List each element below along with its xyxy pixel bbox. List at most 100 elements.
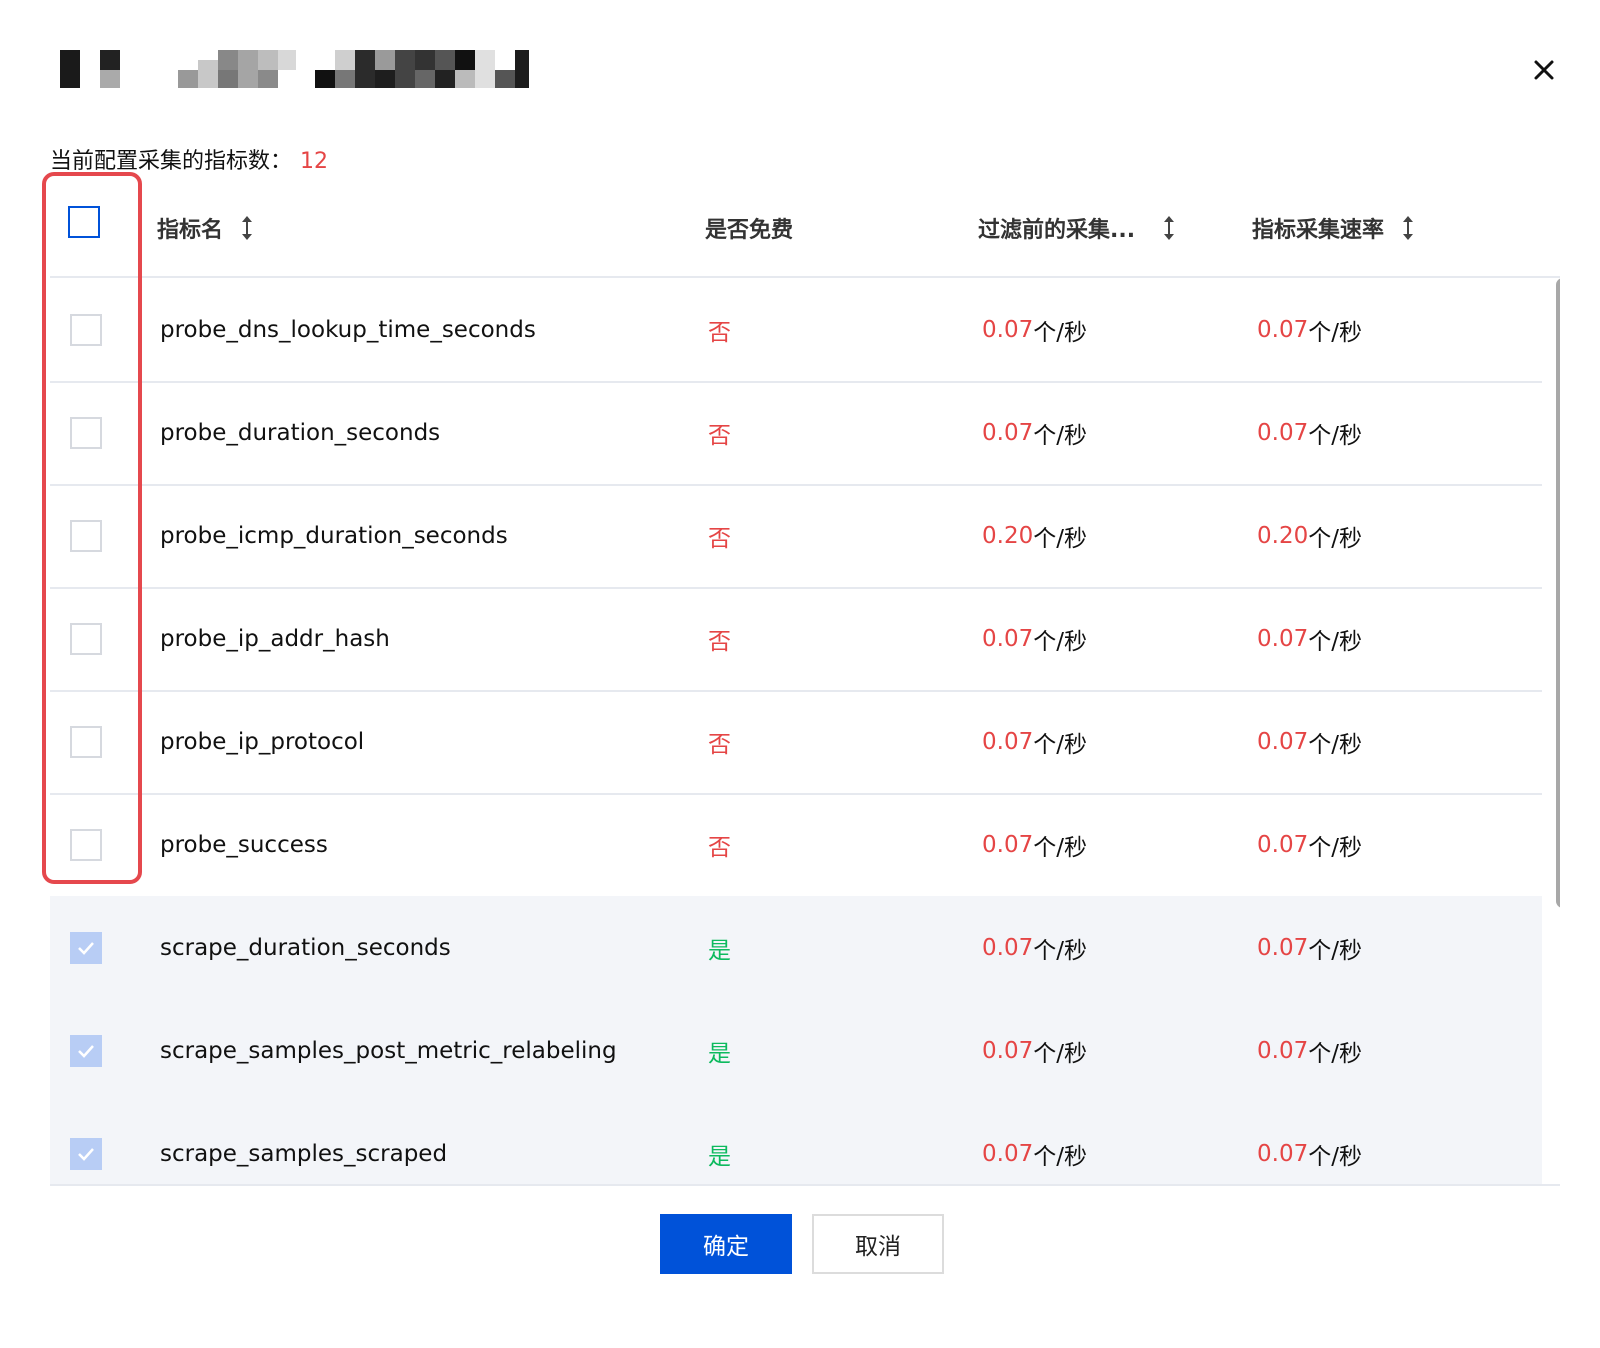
table-row[interactable]: scrape_samples_post_metric_relabeling 是 …	[50, 999, 1542, 1104]
column-header-before-filter[interactable]: 过滤前的采集...	[978, 212, 1177, 244]
table-row[interactable]: scrape_duration_seconds 是 0.07 个/秒 0.07 个/…	[50, 896, 1542, 1001]
metric-table: 指标名 是否免费 过滤前的采集... 指标采集速率 probe_dns_look…	[50, 176, 1560, 1186]
before-filter-value: 0.07	[982, 831, 1034, 858]
row-checkbox[interactable]	[70, 1034, 102, 1067]
free-status: 否	[708, 319, 731, 346]
table-row[interactable]: scrape_samples_scraped 是 0.07 个/秒 0.07 个/秒	[50, 1102, 1542, 1184]
sort-icon[interactable]	[1161, 214, 1177, 242]
confirm-button[interactable]: 确定	[660, 1214, 792, 1274]
rate-unit: 个/秒	[1308, 834, 1362, 861]
cancel-button[interactable]: 取消	[812, 1214, 944, 1274]
select-all-checkbox[interactable]	[68, 206, 100, 238]
rate-unit: 个/秒	[1308, 731, 1362, 758]
rate-unit: 个/秒	[1308, 937, 1362, 964]
table-row[interactable]: probe_success 否 0.07 个/秒 0.07 个/秒	[50, 793, 1542, 898]
free-status: 否	[708, 731, 731, 758]
before-filter-unit: 个/秒	[1033, 422, 1087, 449]
table-header: 指标名 是否免费 过滤前的采集... 指标采集速率	[50, 176, 1560, 278]
column-header-label: 过滤前的采集...	[978, 218, 1136, 243]
rate-value: 0.07	[1257, 728, 1309, 755]
rate-unit: 个/秒	[1308, 1143, 1362, 1170]
free-status: 是	[708, 1143, 731, 1170]
column-header-name[interactable]: 指标名	[157, 212, 255, 244]
row-checkbox[interactable]	[70, 313, 102, 346]
metric-name: probe_icmp_duration_seconds	[160, 522, 508, 549]
before-filter-unit: 个/秒	[1033, 1143, 1087, 1170]
free-status: 否	[708, 422, 731, 449]
metric-count-value: 12	[300, 149, 329, 174]
column-header-label: 指标名	[157, 218, 224, 243]
rate-unit: 个/秒	[1308, 1040, 1362, 1067]
metric-count-label: 当前配置采集的指标数：	[50, 149, 293, 174]
check-icon	[78, 941, 94, 955]
before-filter-value: 0.07	[982, 625, 1034, 652]
rate-unit: 个/秒	[1308, 319, 1362, 346]
rate-value: 0.07	[1257, 934, 1309, 961]
table-row[interactable]: probe_dns_lookup_time_seconds 否 0.07 个/秒 …	[50, 278, 1542, 383]
rate-unit: 个/秒	[1308, 525, 1362, 552]
rate-unit: 个/秒	[1308, 628, 1362, 655]
row-checkbox[interactable]	[70, 931, 102, 964]
row-checkbox[interactable]	[70, 828, 102, 861]
before-filter-unit: 个/秒	[1033, 1040, 1087, 1067]
before-filter-unit: 个/秒	[1033, 319, 1087, 346]
before-filter-value: 0.07	[982, 1140, 1034, 1167]
free-status: 是	[708, 1040, 731, 1067]
rate-value: 0.20	[1257, 522, 1309, 549]
row-checkbox[interactable]	[70, 519, 102, 552]
row-checkbox[interactable]	[70, 622, 102, 655]
table-row[interactable]: probe_ip_addr_hash 否 0.07 个/秒 0.07 个/秒	[50, 587, 1542, 692]
before-filter-unit: 个/秒	[1033, 525, 1087, 552]
row-checkbox[interactable]	[70, 1137, 102, 1170]
before-filter-unit: 个/秒	[1033, 628, 1087, 655]
rate-unit: 个/秒	[1308, 422, 1362, 449]
metric-name: probe_dns_lookup_time_seconds	[160, 316, 536, 343]
rate-value: 0.07	[1257, 419, 1309, 446]
table-body: probe_dns_lookup_time_seconds 否 0.07 个/秒 …	[50, 278, 1560, 1186]
rate-value: 0.07	[1257, 316, 1309, 343]
free-status: 否	[708, 628, 731, 655]
sort-icon[interactable]	[239, 214, 255, 242]
row-checkbox[interactable]	[70, 416, 102, 449]
before-filter-unit: 个/秒	[1033, 937, 1087, 964]
free-status: 否	[708, 525, 731, 552]
column-header-rate[interactable]: 指标采集速率	[1252, 212, 1416, 244]
before-filter-value: 0.07	[982, 728, 1034, 755]
free-status: 是	[708, 937, 731, 964]
before-filter-value: 0.07	[982, 419, 1034, 446]
select-all-cell	[68, 206, 100, 238]
table-row[interactable]: probe_duration_seconds 否 0.07 个/秒 0.07 个/秒	[50, 381, 1542, 486]
close-button[interactable]	[1526, 52, 1562, 88]
column-header-label: 是否免费	[705, 218, 794, 243]
metric-name: probe_duration_seconds	[160, 419, 441, 446]
before-filter-unit: 个/秒	[1033, 834, 1087, 861]
before-filter-unit: 个/秒	[1033, 731, 1087, 758]
rate-value: 0.07	[1257, 1037, 1309, 1064]
check-icon	[78, 1147, 94, 1161]
table-row[interactable]: probe_ip_protocol 否 0.07 个/秒 0.07 个/秒	[50, 690, 1542, 795]
table-row[interactable]: probe_icmp_duration_seconds 否 0.20 个/秒 0.…	[50, 484, 1542, 589]
metric-name: scrape_samples_scraped	[160, 1140, 448, 1167]
metric-name: probe_ip_protocol	[160, 728, 365, 755]
metric-count-line: 当前配置采集的指标数： 12	[50, 143, 328, 175]
metric-name: probe_ip_addr_hash	[160, 625, 390, 652]
metric-name: scrape_samples_post_metric_relabeling	[160, 1037, 617, 1064]
table-scrollbar[interactable]	[1556, 278, 1560, 908]
column-header-free: 是否免费	[705, 212, 793, 244]
rate-value: 0.07	[1257, 831, 1309, 858]
row-checkbox[interactable]	[70, 725, 102, 758]
rate-value: 0.07	[1257, 625, 1309, 652]
check-icon	[78, 1044, 94, 1058]
before-filter-value: 0.07	[982, 316, 1034, 343]
free-status: 否	[708, 834, 731, 861]
rate-value: 0.07	[1257, 1140, 1309, 1167]
column-header-label: 指标采集速率	[1252, 218, 1385, 243]
metric-name: scrape_duration_seconds	[160, 934, 451, 961]
metric-name: probe_success	[160, 831, 328, 858]
sort-icon[interactable]	[1400, 214, 1416, 242]
close-icon	[1534, 60, 1554, 80]
dialog-footer: 确定 取消	[0, 1214, 1600, 1274]
metric-config-dialog: 当前配置采集的指标数： 12 指标名 是否免费 过滤前的采集... 指标采集速率	[0, 0, 1600, 1348]
before-filter-value: 0.20	[982, 522, 1034, 549]
redacted-title	[60, 48, 540, 90]
